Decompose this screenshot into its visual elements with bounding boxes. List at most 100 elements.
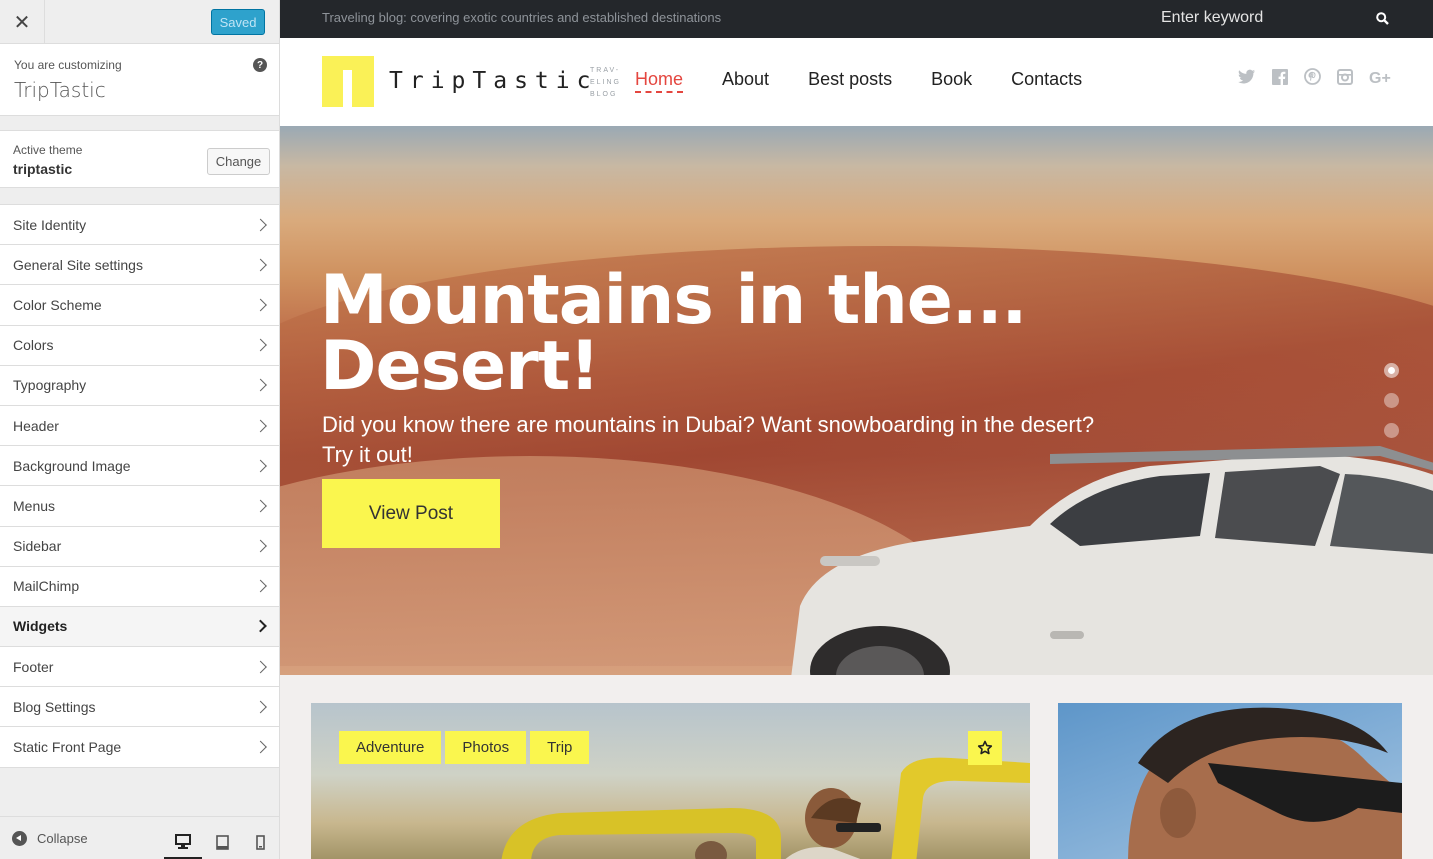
section-site-identity[interactable]: Site Identity: [0, 205, 279, 246]
search-icon[interactable]: [1376, 12, 1389, 30]
customizer-footer: Collapse: [0, 816, 279, 859]
desktop-icon: [175, 833, 191, 849]
section-mailchimp[interactable]: MailChimp: [0, 566, 279, 607]
logo-subtitle: TRAV-ELING BLOG: [590, 67, 622, 98]
active-theme-section: Active theme triptastic Change: [0, 130, 279, 188]
post-tags: Adventure Photos Trip: [339, 731, 590, 764]
search-input[interactable]: Enter keyword: [1161, 9, 1263, 27]
hero-slider: Mountains in the... Desert! Did you know…: [280, 126, 1433, 675]
slider-dot[interactable]: [1384, 393, 1399, 408]
chevron-right-icon: [254, 258, 267, 272]
close-icon: ✕: [13, 11, 31, 34]
nav-book[interactable]: Book: [931, 69, 972, 93]
nav-best-posts[interactable]: Best posts: [808, 69, 892, 93]
section-widgets[interactable]: Widgets: [0, 606, 279, 648]
tag-photos[interactable]: Photos: [445, 731, 527, 764]
section-label: General Site settings: [13, 256, 143, 273]
section-label: Blog Settings: [13, 698, 96, 715]
car-image: [791, 446, 1433, 675]
hero-subtitle: Did you know there are mountains in Duba…: [322, 412, 1095, 467]
site-preview: Traveling blog: covering exotic countrie…: [280, 0, 1433, 859]
chevron-right-icon: [254, 338, 267, 352]
section-colors[interactable]: Colors: [0, 325, 279, 366]
post-card[interactable]: Adventure Photos Trip: [311, 703, 1030, 859]
saved-button[interactable]: Saved: [211, 9, 265, 35]
site-name: TripTastic: [14, 78, 106, 102]
collapse-button[interactable]: Collapse: [37, 831, 88, 846]
nav-contacts[interactable]: Contacts: [1011, 69, 1082, 93]
tablet-preview-button[interactable]: [203, 825, 241, 859]
logo-icon[interactable]: [322, 56, 374, 107]
section-static-front-page[interactable]: Static Front Page: [0, 727, 279, 768]
tag-trip[interactable]: Trip: [530, 731, 590, 764]
customizer-sidebar: ✕ Saved You are customizing TripTastic ?…: [0, 0, 280, 859]
view-post-button[interactable]: View Post: [322, 479, 500, 548]
favorite-button[interactable]: [968, 731, 1002, 765]
site-topbar: Traveling blog: covering exotic countrie…: [280, 0, 1433, 38]
google-plus-icon[interactable]: G+: [1369, 69, 1393, 85]
section-label: Colors: [13, 337, 54, 354]
hero-title-line-2: Desert!: [320, 327, 600, 406]
collapse-icon[interactable]: [12, 831, 27, 846]
section-label: Background Image: [13, 457, 131, 474]
section-menus[interactable]: Menus: [0, 486, 279, 527]
section-header[interactable]: Header: [0, 405, 279, 447]
mobile-preview-button[interactable]: [241, 825, 279, 859]
social-icons: G+: [1238, 68, 1393, 85]
close-button[interactable]: ✕: [0, 0, 45, 44]
chevron-right-icon: [254, 419, 267, 432]
star-icon: [977, 740, 993, 755]
chevron-right-icon: [254, 459, 267, 473]
site-header: TripTastic TRAV-ELING BLOG Home About Best…: [280, 38, 1433, 126]
slider-dot[interactable]: [1384, 363, 1399, 378]
desktop-preview-button[interactable]: [164, 825, 202, 859]
help-icon[interactable]: ?: [253, 58, 267, 72]
tag-adventure[interactable]: Adventure: [339, 731, 442, 764]
twitter-icon[interactable]: [1238, 69, 1256, 84]
section-label: Menus: [13, 497, 56, 514]
pinterest-icon[interactable]: [1304, 68, 1321, 85]
hero-title-line-1: Mountains in the...: [320, 261, 1027, 340]
main-nav: Home About Best posts Book Contacts: [635, 69, 1121, 93]
post-image: [1128, 707, 1402, 859]
customizing-label: You are customizing: [14, 58, 122, 72]
nav-about[interactable]: About: [722, 69, 769, 93]
customizer-header: ✕ Saved: [0, 0, 279, 44]
section-general-site-settings[interactable]: General Site settings: [0, 245, 279, 286]
section-color-scheme[interactable]: Color Scheme: [0, 285, 279, 326]
section-background-image[interactable]: Background Image: [0, 446, 279, 487]
mobile-icon: [255, 835, 265, 850]
svg-text:G+: G+: [1369, 70, 1391, 85]
chevron-right-icon: [254, 499, 267, 513]
logo-text[interactable]: TripTastic: [389, 68, 597, 94]
customizer-sections: Site Identity General Site settings Color …: [0, 204, 279, 768]
section-label: Typography: [13, 377, 87, 394]
chevron-right-icon: [254, 378, 267, 392]
section-label: Footer: [13, 658, 54, 675]
chevron-right-icon: [254, 539, 267, 553]
nav-home[interactable]: Home: [635, 69, 684, 93]
section-label: Sidebar: [13, 538, 62, 555]
section-label: Site Identity: [13, 216, 87, 233]
change-theme-button[interactable]: Change: [207, 148, 270, 175]
section-label: Color Scheme: [13, 296, 102, 313]
section-blog-settings[interactable]: Blog Settings: [0, 687, 279, 728]
chevron-right-icon: [254, 700, 267, 714]
section-typography[interactable]: Typography: [0, 365, 279, 406]
section-sidebar[interactable]: Sidebar: [0, 526, 279, 567]
site-tagline: Traveling blog: covering exotic countrie…: [322, 10, 722, 25]
post-card[interactable]: [1058, 703, 1402, 859]
chevron-right-icon: [254, 660, 267, 674]
section-footer[interactable]: Footer: [0, 647, 279, 688]
instagram-icon[interactable]: [1337, 68, 1353, 85]
tablet-icon: [215, 835, 229, 850]
customizer-info: You are customizing TripTastic: [0, 44, 279, 116]
section-label: MailChimp: [13, 578, 80, 595]
facebook-icon[interactable]: [1272, 68, 1288, 85]
chevron-right-icon: [254, 740, 267, 754]
hero-title: Mountains in the... Desert!: [320, 261, 1027, 406]
chevron-right-icon: [254, 579, 267, 593]
post-image: [501, 757, 1030, 859]
slider-dot[interactable]: [1384, 423, 1399, 438]
chevron-right-icon: [254, 298, 267, 312]
